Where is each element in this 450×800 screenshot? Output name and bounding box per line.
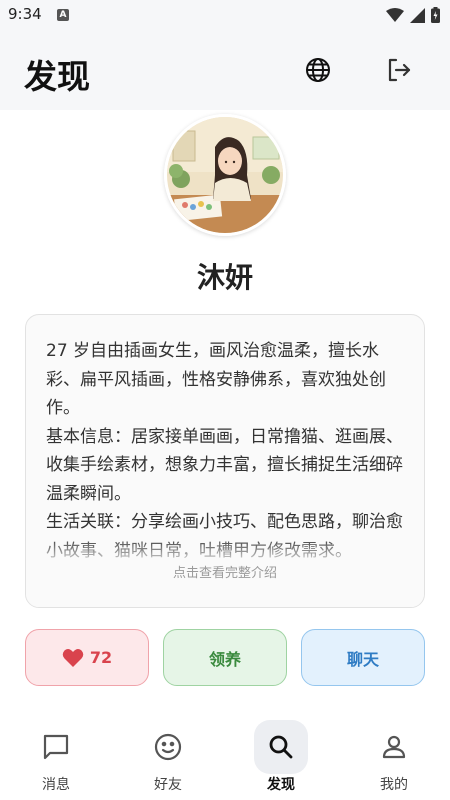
like-button[interactable]: 72: [25, 629, 149, 686]
notification-icon: A: [57, 9, 69, 21]
nav-icon-wrap: [141, 720, 195, 774]
nav-item-friends[interactable]: 好友: [112, 710, 224, 800]
status-time: 9:34: [8, 5, 42, 23]
language-button[interactable]: [302, 54, 334, 86]
bottom-nav: 消息 好友 发现 我的: [0, 710, 450, 800]
logout-icon: [388, 58, 411, 82]
profile-name: 沐妍: [196, 261, 253, 294]
avatar[interactable]: [164, 114, 286, 236]
signal-icon: [410, 7, 425, 23]
nav-item-discover[interactable]: 发现: [225, 710, 337, 800]
nav-icon-wrap: [254, 720, 308, 774]
nav-label: 消息: [42, 777, 70, 793]
chat-button[interactable]: 聊天: [301, 629, 425, 686]
like-count: 72: [89, 648, 113, 667]
message-icon: [43, 734, 69, 760]
adopt-button[interactable]: 领养: [163, 629, 287, 686]
bio-paragraph: 基本信息：居家接单画画，日常撸猫、逛画展、收集手绘素材，想象力丰富，擅长捕捉生活…: [46, 426, 403, 504]
status-bar: 9:34 A: [0, 0, 450, 30]
logout-button[interactable]: [383, 54, 415, 86]
search-icon: [269, 735, 293, 759]
wifi-icon: [386, 7, 404, 22]
bio-card[interactable]: 27 岁自由插画女生，画风治愈温柔，擅长水彩、扁平风插画，性格安静佛系，喜欢独处…: [25, 314, 425, 608]
page-title: 发现: [24, 57, 90, 96]
heart-icon: [62, 648, 84, 667]
person-icon: [382, 735, 406, 759]
avatar-illustration: [167, 117, 283, 233]
nav-icon-wrap: [29, 720, 83, 774]
app-header: 发现: [0, 30, 450, 110]
nav-label: 好友: [154, 777, 182, 793]
status-icons: [386, 7, 440, 23]
show-full-bio-link[interactable]: 点击查看完整介绍: [26, 562, 424, 581]
nav-item-profile[interactable]: 我的: [338, 710, 450, 800]
smile-icon: [154, 733, 182, 761]
nav-label: 发现: [267, 777, 295, 793]
chat-label: 聊天: [346, 649, 379, 669]
globe-icon: [306, 58, 330, 82]
battery-icon: [431, 7, 440, 23]
nav-icon-wrap: [367, 720, 421, 774]
adopt-label: 领养: [208, 649, 241, 669]
bio-paragraph: 27 岁自由插画女生，画风治愈温柔，擅长水彩、扁平风插画，性格安静佛系，喜欢独处…: [46, 341, 386, 418]
nav-item-messages[interactable]: 消息: [0, 710, 112, 800]
bio-text: 27 岁自由插画女生，画风治愈温柔，擅长水彩、扁平风插画，性格安静佛系，喜欢独处…: [46, 337, 408, 565]
nav-label: 我的: [380, 777, 408, 793]
